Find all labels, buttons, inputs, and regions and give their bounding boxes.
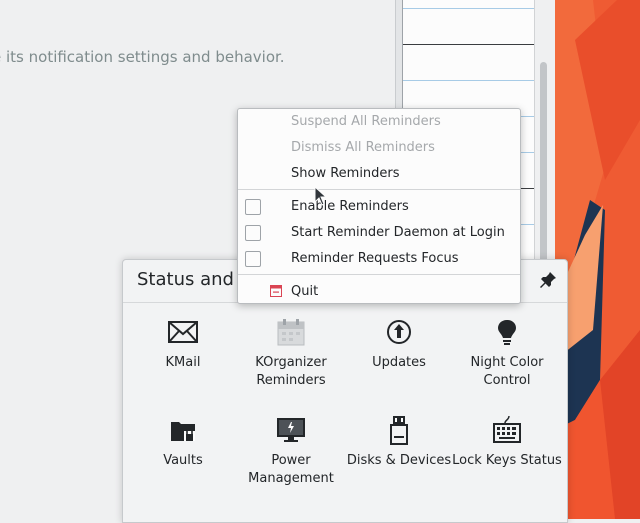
- tray-item-lock-keys-status[interactable]: Lock Keys Status: [452, 414, 562, 470]
- mail-envelope-icon: [168, 321, 198, 343]
- tray-item-korganizer-reminders[interactable]: KOrganizer Reminders: [236, 316, 346, 390]
- menu-item-start-daemon-at-login[interactable]: Start Reminder Daemon at Login: [238, 220, 520, 246]
- tray-item-label: Night Color Control: [470, 355, 544, 388]
- tray-item-power-management[interactable]: Power Management: [236, 414, 346, 488]
- vault-folder-lock-icon: [171, 422, 195, 441]
- menu-item-label: Suspend All Reminders: [291, 114, 441, 129]
- menu-item-enable-reminders[interactable]: Enable Reminders: [238, 194, 520, 220]
- menu-item-label: Show Reminders: [291, 166, 400, 181]
- menu-item-quit[interactable]: Quit: [238, 279, 520, 305]
- menu-item-label: Dismiss All Reminders: [291, 140, 435, 155]
- scrollbar-thumb[interactable]: [540, 62, 547, 272]
- menu-item-label: Enable Reminders: [291, 199, 409, 214]
- menu-item-reminder-requests-focus[interactable]: Reminder Requests Focus: [238, 246, 520, 272]
- removable-drive-icon: [390, 416, 408, 445]
- tray-item-disks-devices[interactable]: Disks & Devices: [344, 414, 454, 470]
- menu-item-label: Start Reminder Daemon at Login: [291, 225, 505, 240]
- tray-item-updates[interactable]: Updates: [344, 316, 454, 372]
- reminder-requests-focus-checkbox[interactable]: [245, 251, 261, 267]
- enable-reminders-checkbox[interactable]: [245, 199, 261, 215]
- list-row-line: [403, 80, 535, 81]
- monitor-power-icon: [277, 418, 305, 442]
- list-row-line: [403, 8, 535, 9]
- pin-icon[interactable]: [539, 271, 557, 289]
- menu-item-label: Reminder Requests Focus: [291, 251, 459, 266]
- tray-item-label: KMail: [165, 355, 201, 370]
- menu-item-label: Quit: [291, 284, 319, 299]
- menu-item-show-reminders[interactable]: Show Reminders: [238, 161, 520, 187]
- lightbulb-icon: [498, 320, 516, 345]
- tray-item-label: Updates: [372, 355, 426, 370]
- tray-item-label: Disks & Devices: [346, 453, 452, 468]
- tray-title: Status and: [137, 269, 234, 290]
- start-daemon-at-login-checkbox[interactable]: [245, 225, 261, 241]
- tray-item-label: Power Management: [248, 453, 334, 486]
- updates-icon: [387, 320, 411, 344]
- menu-separator: [238, 274, 520, 275]
- menu-separator: [238, 189, 520, 190]
- menu-item-suspend-all-reminders[interactable]: Suspend All Reminders: [238, 109, 520, 135]
- quit-icon: [270, 285, 282, 297]
- list-row-line: [403, 44, 535, 45]
- keyboard-icon: [493, 415, 521, 443]
- mouse-cursor-icon: [314, 186, 328, 206]
- tray-item-night-color-control[interactable]: Night Color Control: [452, 316, 562, 390]
- reminders-context-menu: Suspend All Reminders Dismiss All Remind…: [237, 108, 521, 304]
- tray-item-label: KOrganizer Reminders: [255, 355, 327, 388]
- settings-description: e its notification settings and behavior…: [0, 48, 285, 66]
- calendar-reminders-icon: [277, 319, 305, 346]
- menu-item-dismiss-all-reminders[interactable]: Dismiss All Reminders: [238, 135, 520, 161]
- tray-item-label: Vaults: [163, 453, 203, 468]
- tray-item-kmail[interactable]: KMail: [128, 316, 238, 372]
- tray-item-vaults[interactable]: Vaults: [128, 414, 238, 470]
- tray-item-label: Lock Keys Status: [452, 453, 562, 468]
